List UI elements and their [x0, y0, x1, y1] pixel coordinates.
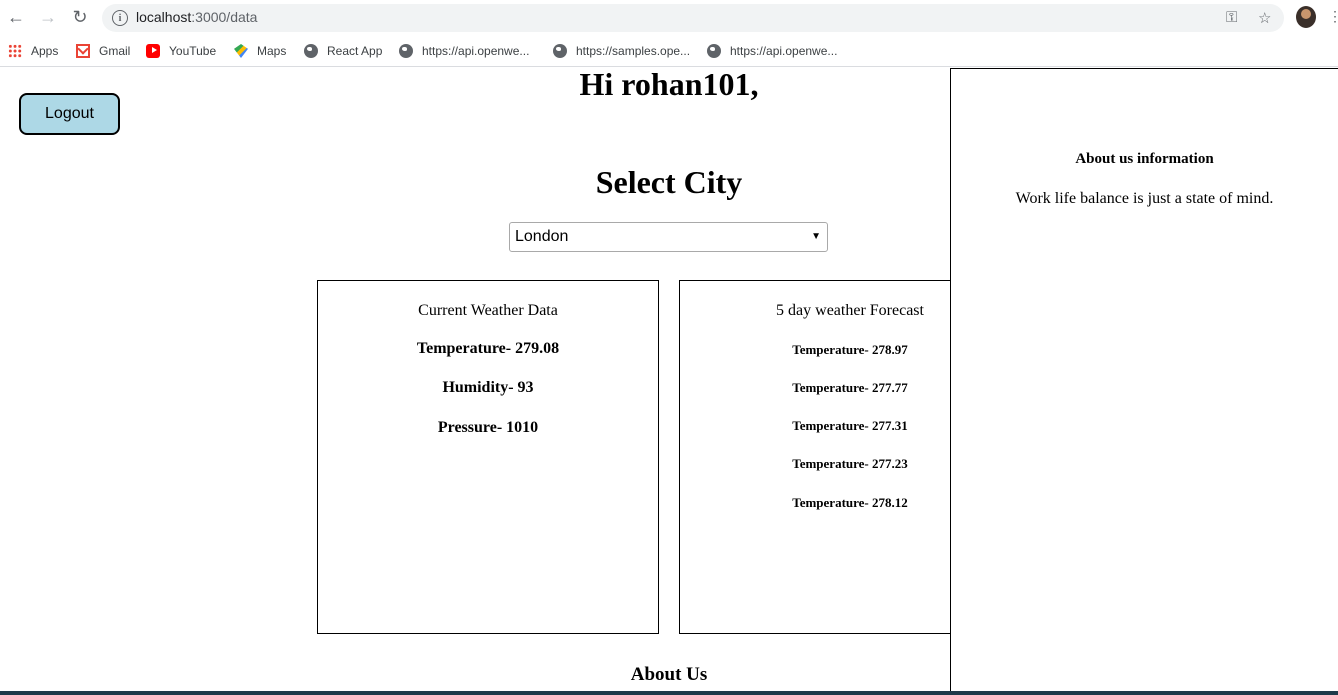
bookmark-maps[interactable]: Maps [234, 41, 286, 61]
globe-icon [304, 44, 318, 58]
bookmark-gmail[interactable]: Gmail [76, 41, 130, 61]
bookmark-label: Gmail [99, 44, 131, 58]
key-icon[interactable]: ⚿ [1226, 9, 1237, 26]
browser-toolbar: ← → ↻ i localhost:3000/data ⚿ ☆ ⋮ [0, 0, 1338, 36]
bookmark-label: Maps [257, 44, 287, 58]
maps-icon [234, 44, 248, 58]
bookmark-label: https://api.openwe... [422, 44, 530, 58]
youtube-icon [146, 44, 160, 58]
current-temperature: Temperature- 279.08 [416, 340, 560, 357]
about-info-text: Work life balance is just a state of min… [1015, 190, 1274, 207]
bookmark-label: https://samples.ope... [576, 44, 691, 58]
bookmark-api-openweather-1[interactable]: https://api.openwe... [399, 41, 529, 61]
bookmark-apps[interactable]: Apps [8, 41, 58, 61]
back-arrow-icon[interactable]: ← [5, 6, 27, 28]
bookmark-samples-openweather[interactable]: https://samples.ope... [553, 41, 690, 61]
current-weather-card: Current Weather Data Temperature- 279.08… [317, 280, 659, 634]
address-bar[interactable]: i localhost:3000/data ⚿ ☆ [102, 4, 1284, 32]
globe-icon [399, 44, 413, 58]
city-select[interactable]: London ▼ [509, 222, 828, 252]
globe-icon [553, 44, 567, 58]
logout-button[interactable]: Logout [19, 93, 120, 135]
reload-icon[interactable]: ↻ [69, 6, 91, 28]
bookmark-label: Apps [31, 44, 59, 58]
bookmark-label: https://api.openwe... [730, 44, 838, 58]
bookmark-react-app[interactable]: React App [304, 41, 382, 61]
page-content: Hi rohan101, Logout Select City London ▼… [0, 68, 1338, 695]
chevron-down-icon: ▼ [811, 231, 821, 242]
globe-icon [707, 44, 721, 58]
bookmark-label: React App [327, 44, 383, 58]
info-icon[interactable]: i [112, 10, 128, 26]
bookmark-youtube[interactable]: YouTube [146, 41, 216, 61]
city-select-value: London [515, 228, 569, 245]
forward-arrow-icon[interactable]: → [37, 6, 59, 28]
bookmark-api-openweather-2[interactable]: https://api.openwe... [707, 41, 837, 61]
current-humidity: Humidity- 93 [442, 379, 534, 396]
about-info-title: About us information [1075, 151, 1214, 167]
gmail-icon [76, 44, 90, 58]
apps-icon [8, 44, 22, 58]
current-weather-title: Current Weather Data [418, 302, 558, 319]
current-pressure: Pressure- 1010 [437, 419, 539, 436]
bookmark-label: YouTube [169, 44, 217, 58]
url-text[interactable]: localhost:3000/data [136, 9, 257, 25]
profile-avatar[interactable] [1296, 6, 1316, 28]
about-sidebar: About us information Work life balance i… [950, 68, 1338, 695]
bookmarks-bar: Apps Gmail YouTube Maps React App https:… [0, 36, 1338, 67]
menu-dots-icon[interactable]: ⋮ [1328, 8, 1338, 25]
taskbar-edge [0, 691, 1338, 695]
star-icon[interactable]: ☆ [1258, 9, 1271, 27]
